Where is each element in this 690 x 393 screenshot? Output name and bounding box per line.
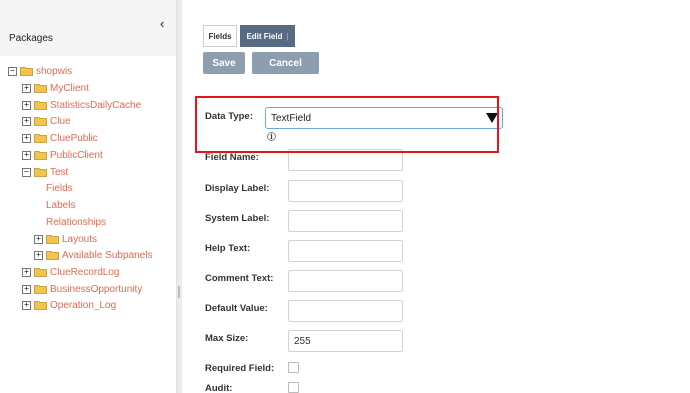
tree-item[interactable]: + CluePublic — [22, 131, 98, 145]
max-size-input[interactable]: 255 — [288, 330, 403, 352]
sidebar-splitter[interactable] — [176, 0, 182, 393]
tree-item-label: BusinessOpportunity — [50, 283, 143, 295]
dropdown-arrow-icon — [486, 113, 498, 123]
folder-icon — [46, 235, 59, 244]
tree-item-label: StatisticsDailyCache — [50, 99, 142, 111]
tree-item-label: Test — [50, 166, 69, 178]
system-label-label: System Label: — [205, 213, 270, 224]
chevron-left-icon[interactable]: ‹ — [160, 16, 164, 31]
tree-item-label: CluePublic — [50, 132, 98, 144]
tree-item[interactable]: + Operation_Log — [22, 298, 116, 312]
tree-item-label: Layouts — [62, 233, 98, 245]
tree-item-label: PublicClient — [50, 149, 103, 161]
expand-icon[interactable]: + — [22, 267, 31, 277]
display-label-label: Display Label: — [205, 183, 270, 194]
tree-item-label: Clue — [50, 115, 71, 127]
tree-item[interactable]: Labels — [46, 198, 75, 212]
info-icon[interactable]: i — [267, 132, 276, 141]
folder-icon — [34, 285, 47, 294]
audit-checkbox[interactable] — [288, 382, 299, 393]
required-field-checkbox[interactable] — [288, 362, 299, 373]
folder-icon — [34, 117, 47, 126]
expand-icon[interactable]: + — [34, 234, 43, 244]
tree-item-label: Available Subpanels — [62, 249, 153, 261]
tree-item-label: Labels — [46, 199, 76, 211]
data-type-label: Data Type: — [205, 111, 253, 122]
tree-item[interactable]: − shopwis — [8, 64, 72, 78]
folder-icon — [34, 268, 47, 277]
help-text-input[interactable] — [288, 240, 403, 262]
tree-item[interactable]: + Layouts — [34, 232, 97, 246]
expand-icon[interactable]: + — [22, 83, 31, 93]
tree-item[interactable]: + PublicClient — [22, 148, 103, 162]
tree-item[interactable]: + Available Subpanels — [34, 248, 152, 262]
package-tree: − shopwis + MyClient + StatisticsDailyCache + C… — [0, 56, 176, 393]
packages-sidebar: ‹ Packages − shopwis + MyClient + StatisticsD… — [0, 0, 176, 393]
collapse-icon[interactable]: − — [22, 167, 31, 177]
tree-item-label: shopwis — [36, 65, 73, 77]
collapse-icon[interactable]: − — [8, 66, 17, 76]
tree-item[interactable]: + Clue — [22, 114, 71, 128]
comment-text-input[interactable] — [288, 270, 403, 292]
tree-item-label: ClueRecordLog — [50, 266, 120, 278]
expand-icon[interactable]: + — [34, 250, 43, 260]
tree-item[interactable]: + ClueRecordLog — [22, 265, 120, 279]
comment-text-label: Comment Text: — [205, 273, 274, 284]
help-text-label: Help Text: — [205, 243, 251, 254]
data-type-select[interactable]: TextField — [265, 107, 503, 129]
field-name-label: Field Name: — [205, 152, 259, 163]
folder-icon — [34, 168, 47, 177]
cancel-button[interactable]: Cancel — [252, 52, 319, 74]
tree-item[interactable]: Fields — [46, 181, 73, 195]
tree-item[interactable]: + BusinessOpportunity — [22, 282, 142, 296]
expand-icon[interactable]: + — [22, 116, 31, 126]
expand-icon[interactable]: + — [22, 100, 31, 110]
main-panel: Fields Edit Field | Save Cancel Data Type… — [183, 0, 690, 393]
folder-icon — [34, 84, 47, 93]
tree-item-label: Fields — [46, 182, 73, 194]
tree-item[interactable]: − Test — [22, 165, 68, 179]
tree-item[interactable]: + MyClient — [22, 81, 89, 95]
display-label-input[interactable] — [288, 180, 403, 202]
field-name-input[interactable] — [288, 149, 403, 171]
save-button[interactable]: Save — [203, 52, 245, 74]
expand-icon[interactable]: + — [22, 284, 31, 294]
default-value-input[interactable] — [288, 300, 403, 322]
expand-icon[interactable]: + — [22, 300, 31, 310]
tree-item-label: MyClient — [50, 82, 89, 94]
tree-item-label: Operation_Log — [50, 299, 117, 311]
packages-title: Packages — [9, 33, 53, 44]
expand-icon[interactable]: + — [22, 133, 31, 143]
max-size-label: Max Size: — [205, 333, 249, 344]
folder-icon — [34, 301, 47, 310]
data-type-value: TextField — [271, 112, 312, 124]
required-field-label: Required Field: — [205, 363, 275, 374]
default-value-label: Default Value: — [205, 303, 268, 314]
system-label-input[interactable] — [288, 210, 403, 232]
tree-item[interactable]: + StatisticsDailyCache — [22, 98, 141, 112]
audit-label: Audit: — [205, 383, 233, 393]
folder-icon — [20, 67, 33, 76]
tab-edit-field-label: Edit Field — [246, 31, 283, 41]
expand-icon[interactable]: + — [22, 150, 31, 160]
tab-edit-field[interactable]: Edit Field | — [240, 25, 295, 47]
folder-icon — [34, 151, 47, 160]
splitter-grip-icon[interactable] — [178, 286, 180, 298]
folder-icon — [46, 251, 59, 260]
tree-item[interactable]: Relationships — [46, 215, 106, 229]
folder-icon — [34, 101, 47, 110]
tab-fields[interactable]: Fields — [203, 25, 237, 47]
tab-fields-label: Fields — [208, 31, 232, 41]
folder-icon — [34, 134, 47, 143]
tab-separator: | — [286, 31, 289, 41]
tree-item-label: Relationships — [46, 216, 107, 228]
